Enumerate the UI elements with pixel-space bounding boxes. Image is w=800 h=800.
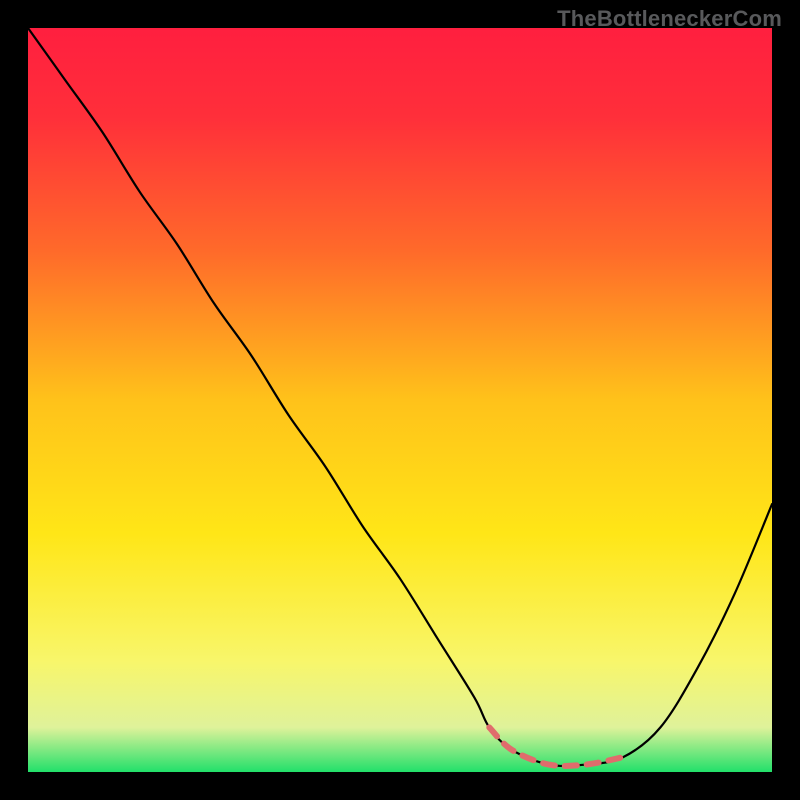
watermark-text: TheBottleneckerCom — [557, 6, 782, 32]
bottleneck-chart — [28, 28, 772, 772]
gradient-background — [28, 28, 772, 772]
plot-area — [28, 28, 772, 772]
chart-frame: TheBottleneckerCom — [0, 0, 800, 800]
